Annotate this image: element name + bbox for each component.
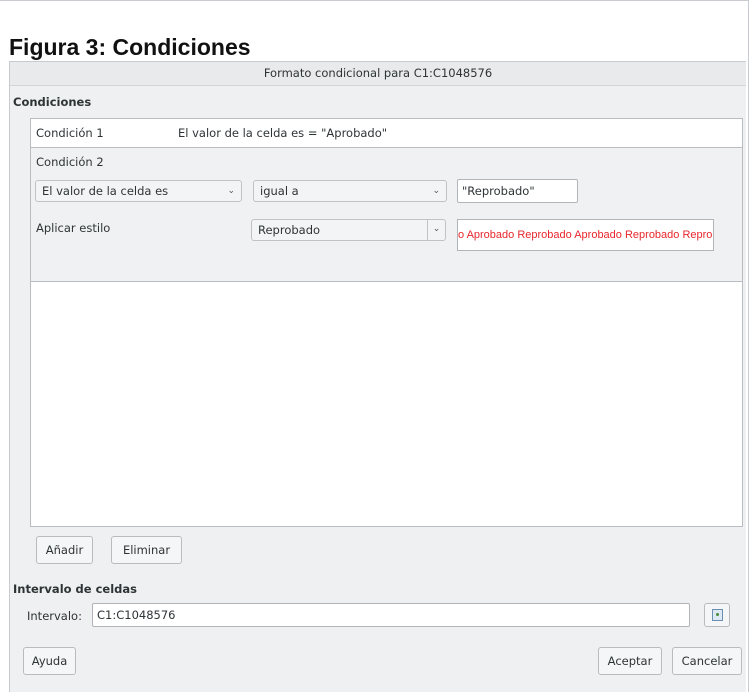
- range-field-label: Intervalo:: [27, 609, 82, 623]
- add-button[interactable]: Añadir: [36, 536, 93, 564]
- style-dropdown[interactable]: Reprobado ⌄: [251, 219, 446, 241]
- range-input[interactable]: C1:C1048576: [92, 603, 690, 627]
- dialog-titlebar: Formato condicional para C1:C1048576: [10, 62, 746, 86]
- condition-1-label: Condición 1: [36, 126, 104, 140]
- chevron-down-icon: ⌄: [227, 186, 235, 196]
- accept-button[interactable]: Aceptar: [598, 647, 662, 675]
- apply-style-label: Aplicar estilo: [36, 221, 111, 235]
- chevron-down-icon: ⌄: [427, 219, 445, 241]
- chevron-down-icon: ⌄: [432, 186, 440, 196]
- condition-1-summary: El valor de la celda es = "Aprobado": [178, 126, 388, 140]
- conditional-format-dialog: Formato condicional para C1:C1048576 Con…: [9, 61, 746, 692]
- delete-button[interactable]: Eliminar: [111, 536, 182, 564]
- condition-type-dropdown[interactable]: El valor de la celda es ⌄: [35, 180, 242, 202]
- style-preview-text: o Aprobado Reprobado Aprobado Reprobado …: [458, 229, 713, 241]
- operator-value: igual a: [260, 184, 299, 198]
- range-section-label: Intervalo de celdas: [13, 582, 137, 596]
- condition-value-input[interactable]: "Reprobado": [457, 179, 578, 203]
- cancel-button[interactable]: Cancelar: [672, 647, 742, 675]
- operator-dropdown[interactable]: igual a ⌄: [253, 180, 447, 202]
- condition-type-value: El valor de la celda es: [42, 184, 169, 198]
- conditions-section-label: Condiciones: [13, 95, 92, 109]
- figure-frame-top: [0, 0, 749, 1]
- conditions-list: Condición 1 El valor de la celda es = "A…: [30, 118, 743, 527]
- shrink-range-icon: [712, 609, 723, 621]
- style-value: Reprobado: [258, 223, 321, 237]
- condition-1-row[interactable]: Condición 1 El valor de la celda es = "A…: [31, 119, 742, 148]
- condition-2-label: Condición 2: [36, 155, 104, 169]
- figure-title: Figura 3: Condiciones: [9, 34, 251, 60]
- style-preview: o Aprobado Reprobado Aprobado Reprobado …: [457, 219, 714, 251]
- help-button[interactable]: Ayuda: [23, 647, 76, 675]
- shrink-range-button[interactable]: [704, 603, 730, 627]
- condition-2-row: Condición 2 El valor de la celda es ⌄ ig…: [31, 148, 742, 282]
